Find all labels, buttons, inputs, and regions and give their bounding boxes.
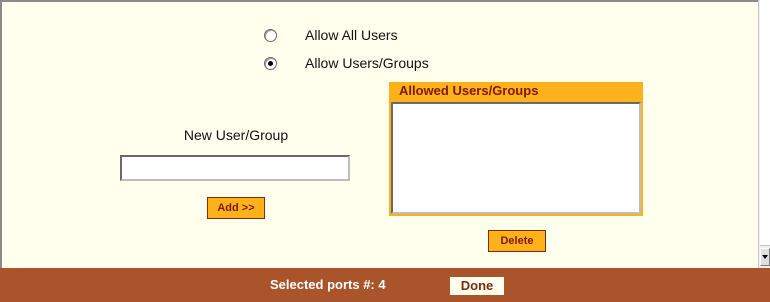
allow-users-groups-radio[interactable] — [264, 56, 277, 70]
allow-users-groups-option[interactable]: Allow Users/Groups — [264, 55, 429, 71]
scroll-down-arrow-icon[interactable] — [760, 248, 770, 266]
allow-all-users-option[interactable]: Allow All Users — [264, 27, 398, 43]
allow-all-users-label: Allow All Users — [305, 27, 398, 43]
allow-all-users-radio[interactable] — [264, 28, 277, 42]
add-button[interactable]: Add >> — [207, 197, 265, 219]
vertical-scrollbar[interactable] — [758, 0, 770, 268]
new-user-group-label: New User/Group — [183, 127, 289, 143]
allowed-users-groups-list[interactable] — [391, 102, 641, 214]
allowed-users-groups-title: Allowed Users/Groups — [399, 83, 539, 98]
content-area: Allow All Users Allow Users/Groups New U… — [0, 0, 758, 268]
footer-bar: Selected ports #: 4 — [0, 268, 770, 302]
scrollbar-thumb[interactable] — [760, 0, 770, 246]
user-access-frame: Allow All Users Allow Users/Groups New U… — [0, 0, 770, 302]
done-button[interactable]: Done — [450, 277, 504, 295]
selected-ports-text: Selected ports #: 4 — [270, 277, 386, 292]
allow-users-groups-label: Allow Users/Groups — [305, 55, 429, 71]
allowed-users-groups-panel: Allowed Users/Groups — [389, 82, 643, 216]
delete-button[interactable]: Delete — [488, 230, 546, 252]
new-user-group-input[interactable] — [120, 155, 350, 181]
